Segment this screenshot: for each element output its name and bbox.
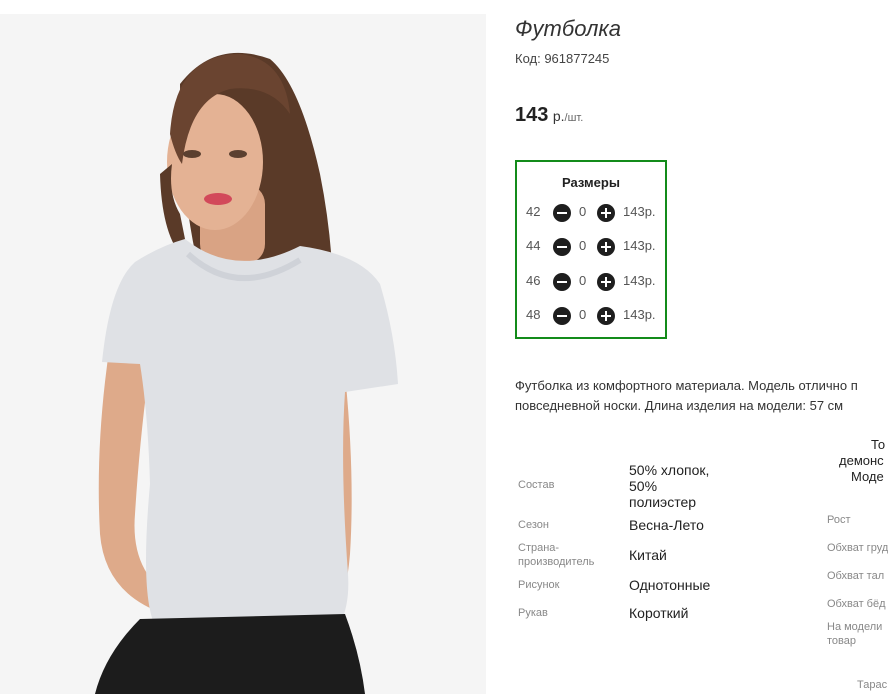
model-param-size-on-model: На модели — [827, 621, 883, 633]
attr-value-pattern: Однотонные — [629, 577, 711, 593]
sizes-panel: Размеры 42 0 143р. 44 0 143р. 46 0 143р.… — [515, 160, 667, 339]
attr-label-season: Сезон — [518, 519, 549, 531]
sizes-title: Размеры — [562, 175, 620, 190]
size-quantity[interactable]: 0 — [579, 273, 586, 288]
model-params-heading-line2: демонс — [839, 453, 884, 468]
product-description: Футболка из комфортного материала. Модел… — [515, 378, 858, 413]
model-param-hips: Обхват бёд — [827, 598, 886, 610]
attr-value-country: Китай — [629, 547, 667, 563]
minus-circle-icon[interactable] — [553, 238, 571, 256]
attr-label-pattern: Рисунок — [518, 579, 560, 591]
size-label: 42 — [526, 204, 541, 219]
size-price: 143р. — [623, 273, 656, 288]
plus-circle-icon[interactable] — [597, 273, 615, 291]
model-param-height: Рост — [827, 514, 851, 526]
price-unit: р./шт. — [552, 108, 584, 124]
attr-label-sleeve: Рукав — [518, 607, 548, 619]
plus-circle-icon[interactable] — [597, 307, 615, 325]
size-row: 44 0 143р. — [517, 238, 667, 258]
model-params-heading-line1: То — [871, 437, 886, 452]
model-illustration — [0, 14, 486, 694]
model-param-size-on-model-line2: товар — [827, 635, 856, 647]
product-price: 143 р./шт. — [515, 104, 583, 127]
model-param-chest: Обхват груд — [827, 542, 888, 554]
size-price: 143р. — [623, 307, 656, 322]
model-params-heading-line3: Моде — [851, 469, 884, 484]
size-price: 143р. — [623, 238, 656, 253]
attr-label-composition: Состав — [518, 479, 555, 491]
size-row: 42 0 143р. — [517, 204, 667, 224]
size-quantity[interactable]: 0 — [579, 204, 586, 219]
size-label: 46 — [526, 273, 541, 288]
size-label: 44 — [526, 238, 541, 253]
attr-value-composition: 50% хлопок, 50% полиэстер — [629, 462, 710, 510]
model-param-waist: Обхват тал — [827, 570, 885, 582]
size-label: 48 — [526, 307, 541, 322]
minus-circle-icon[interactable] — [553, 273, 571, 291]
model-param-fabric: Тарас — [857, 679, 888, 691]
product-code: Код: 961877245 — [515, 51, 610, 66]
minus-circle-icon[interactable] — [553, 307, 571, 325]
minus-circle-icon[interactable] — [553, 204, 571, 222]
plus-circle-icon[interactable] — [597, 238, 615, 256]
size-row: 48 0 143р. — [517, 307, 667, 327]
product-title: Футболка — [515, 16, 621, 41]
attr-label-country: Страна- производитель — [518, 542, 595, 568]
size-price: 143р. — [623, 204, 656, 219]
attr-value-sleeve: Короткий — [629, 605, 689, 621]
size-row: 46 0 143р. — [517, 273, 667, 293]
price-value: 143 — [515, 104, 549, 126]
product-photo[interactable] — [0, 14, 486, 694]
size-quantity[interactable]: 0 — [579, 307, 586, 322]
plus-circle-icon[interactable] — [597, 204, 615, 222]
size-quantity[interactable]: 0 — [579, 238, 586, 253]
attr-value-season: Весна-Лето — [629, 517, 704, 533]
